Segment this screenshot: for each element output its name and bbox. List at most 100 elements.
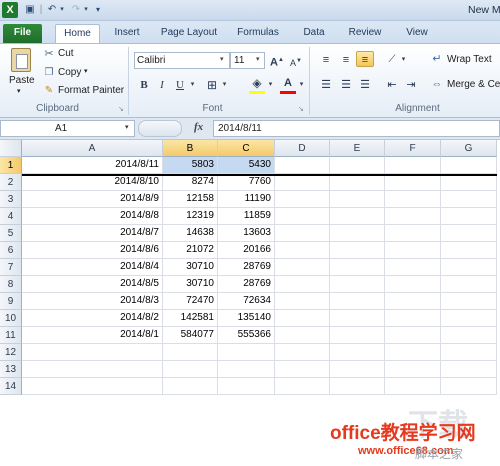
cell-c-5[interactable]: 13603: [218, 225, 275, 242]
formula-input[interactable]: 2014/8/11: [213, 120, 500, 137]
cell-g-14[interactable]: [441, 378, 497, 395]
cell-d-14[interactable]: [275, 378, 330, 395]
cell-d-11[interactable]: [275, 327, 330, 344]
cell-a-11[interactable]: 2014/8/1: [22, 327, 163, 344]
cell-d-12[interactable]: [275, 344, 330, 361]
cell-c-9[interactable]: 72634: [218, 293, 275, 310]
cell-a-2[interactable]: 2014/8/10: [22, 174, 163, 191]
cell-d-9[interactable]: [275, 293, 330, 310]
cell-d-1[interactable]: [275, 157, 330, 174]
cell-f-14[interactable]: [385, 378, 441, 395]
cell-c-14[interactable]: [218, 378, 275, 395]
cell-b-7[interactable]: 30710: [163, 259, 218, 276]
cell-e-14[interactable]: [330, 378, 385, 395]
row-header[interactable]: 14: [0, 378, 22, 395]
fill-color-icon[interactable]: ◈: [248, 75, 266, 91]
cell-f-3[interactable]: [385, 191, 441, 208]
font-launcher-icon[interactable]: ↘: [298, 105, 304, 113]
name-box[interactable]: A1 ▾: [0, 120, 135, 137]
cell-a-12[interactable]: [22, 344, 163, 361]
align-right-icon[interactable]: ☰: [356, 77, 374, 93]
row-header[interactable]: 2: [0, 174, 22, 191]
cell-d-7[interactable]: [275, 259, 330, 276]
row-header[interactable]: 13: [0, 361, 22, 378]
increase-indent-icon[interactable]: ⇥: [402, 77, 420, 93]
cell-b-2[interactable]: 8274: [163, 174, 218, 191]
cell-f-6[interactable]: [385, 242, 441, 259]
cell-a-8[interactable]: 2014/8/5: [22, 276, 163, 293]
save-icon[interactable]: ▣: [23, 2, 37, 18]
cell-e-1[interactable]: [330, 157, 385, 174]
cell-g-2[interactable]: [441, 174, 497, 191]
cell-g-13[interactable]: [441, 361, 497, 378]
tab-file[interactable]: File: [3, 24, 42, 43]
shrink-font-button[interactable]: A▼: [287, 53, 305, 69]
align-middle-icon[interactable]: ≡: [337, 52, 355, 68]
cell-g-1[interactable]: [441, 157, 497, 174]
cell-d-2[interactable]: [275, 174, 330, 191]
cell-b-3[interactable]: 12158: [163, 191, 218, 208]
clipboard-launcher-icon[interactable]: ↘: [118, 105, 124, 113]
cell-d-13[interactable]: [275, 361, 330, 378]
cell-g-6[interactable]: [441, 242, 497, 259]
tab-view[interactable]: View: [398, 24, 436, 43]
cell-f-11[interactable]: [385, 327, 441, 344]
cell-e-10[interactable]: [330, 310, 385, 327]
cell-c-7[interactable]: 28769: [218, 259, 275, 276]
customize-qat-icon[interactable]: ▾: [93, 2, 103, 18]
align-top-icon[interactable]: ≡: [317, 52, 335, 68]
cell-b-6[interactable]: 21072: [163, 242, 218, 259]
align-left-icon[interactable]: ☰: [317, 77, 335, 93]
cell-f-12[interactable]: [385, 344, 441, 361]
cell-e-9[interactable]: [330, 293, 385, 310]
redo-icon[interactable]: ↷: [70, 2, 82, 18]
cell-e-5[interactable]: [330, 225, 385, 242]
cell-g-10[interactable]: [441, 310, 497, 327]
column-header-g[interactable]: G: [441, 140, 497, 157]
format-painter-button[interactable]: Format Painter: [58, 85, 124, 96]
align-bottom-icon[interactable]: ≡: [356, 51, 374, 67]
undo-icon[interactable]: ↶: [46, 2, 58, 18]
row-header[interactable]: 3: [0, 191, 22, 208]
cell-d-8[interactable]: [275, 276, 330, 293]
cell-a-13[interactable]: [22, 361, 163, 378]
tab-home[interactable]: Home: [55, 24, 100, 43]
cell-d-3[interactable]: [275, 191, 330, 208]
cell-b-14[interactable]: [163, 378, 218, 395]
cell-f-2[interactable]: [385, 174, 441, 191]
cell-f-4[interactable]: [385, 208, 441, 225]
cell-f-13[interactable]: [385, 361, 441, 378]
cell-f-7[interactable]: [385, 259, 441, 276]
cut-button[interactable]: Cut: [58, 48, 74, 59]
tab-page-layout[interactable]: Page Layout: [156, 24, 222, 43]
column-header-c[interactable]: C: [218, 140, 275, 157]
cell-b-11[interactable]: 584077: [163, 327, 218, 344]
row-header[interactable]: 7: [0, 259, 22, 276]
cell-b-12[interactable]: [163, 344, 218, 361]
cell-g-5[interactable]: [441, 225, 497, 242]
cell-a-9[interactable]: 2014/8/3: [22, 293, 163, 310]
cell-f-9[interactable]: [385, 293, 441, 310]
formula-bar-splitter[interactable]: [138, 120, 182, 137]
cell-d-6[interactable]: [275, 242, 330, 259]
cell-e-13[interactable]: [330, 361, 385, 378]
tab-insert[interactable]: Insert: [106, 24, 148, 43]
cell-g-12[interactable]: [441, 344, 497, 361]
cell-e-11[interactable]: [330, 327, 385, 344]
cell-b-10[interactable]: 142581: [163, 310, 218, 327]
borders-icon[interactable]: ⊞: [203, 77, 221, 93]
grow-font-button[interactable]: A▲: [268, 52, 286, 69]
cell-e-7[interactable]: [330, 259, 385, 276]
decrease-indent-icon[interactable]: ⇤: [383, 77, 401, 93]
cell-g-8[interactable]: [441, 276, 497, 293]
font-size-box[interactable]: 11 ▾: [230, 52, 265, 69]
cell-e-2[interactable]: [330, 174, 385, 191]
cell-g-11[interactable]: [441, 327, 497, 344]
tab-review[interactable]: Review: [342, 24, 388, 43]
cell-c-4[interactable]: 11859: [218, 208, 275, 225]
cell-a-10[interactable]: 2014/8/2: [22, 310, 163, 327]
cell-f-10[interactable]: [385, 310, 441, 327]
cell-c-2[interactable]: 7760: [218, 174, 275, 191]
orientation-dropdown-icon[interactable]: ▾: [399, 52, 408, 68]
cell-e-6[interactable]: [330, 242, 385, 259]
